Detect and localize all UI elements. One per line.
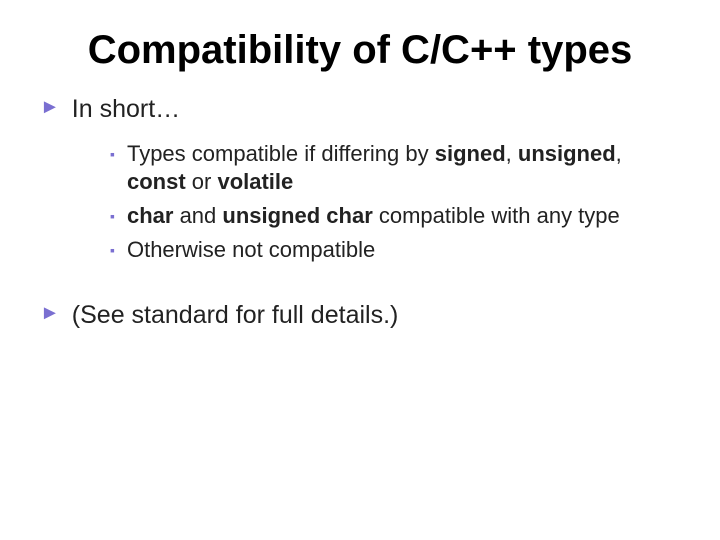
keyword-signed: signed <box>435 141 506 166</box>
level1-list: ► In short… <box>40 91 680 137</box>
keyword-char: char <box>127 203 173 228</box>
text-fragment: , <box>506 141 518 166</box>
triangle-bullet-icon: ► <box>40 299 60 327</box>
text-fragment: and <box>173 203 222 228</box>
list-item: ▪ Otherwise not compatible <box>110 233 680 267</box>
list-item: ► (See standard for full details.) <box>40 297 680 343</box>
level1-list: ► (See standard for full details.) <box>40 297 680 343</box>
text-fragment: Types compatible if differing by <box>127 141 435 166</box>
keyword-volatile: volatile <box>217 169 293 194</box>
list-item-text: Types compatible if differing by signed,… <box>127 140 680 196</box>
slide-title: Compatibility of C/C++ types <box>40 20 680 91</box>
text-fragment: or <box>186 169 218 194</box>
list-item-text: char and unsigned char compatible with a… <box>127 202 680 230</box>
square-bullet-icon: ▪ <box>110 140 115 168</box>
keyword-const: const <box>127 169 186 194</box>
list-item-text: Otherwise not compatible <box>127 236 680 264</box>
keyword-unsigned: unsigned <box>518 141 616 166</box>
spacer <box>40 279 680 297</box>
list-item: ▪ char and unsigned char compatible with… <box>110 199 680 233</box>
list-item-text: In short… <box>72 93 680 125</box>
square-bullet-icon: ▪ <box>110 236 115 264</box>
list-item: ► In short… <box>40 91 680 137</box>
keyword-unsigned-char: unsigned char <box>222 203 372 228</box>
level2-list: ▪ Types compatible if differing by signe… <box>40 137 680 279</box>
triangle-bullet-icon: ► <box>40 93 60 121</box>
list-item: ▪ Types compatible if differing by signe… <box>110 137 680 199</box>
list-item-text: (See standard for full details.) <box>72 299 680 331</box>
text-fragment: compatible with any type <box>373 203 620 228</box>
square-bullet-icon: ▪ <box>110 202 115 230</box>
slide: Compatibility of C/C++ types ► In short…… <box>0 0 720 540</box>
text-fragment: , <box>616 141 622 166</box>
